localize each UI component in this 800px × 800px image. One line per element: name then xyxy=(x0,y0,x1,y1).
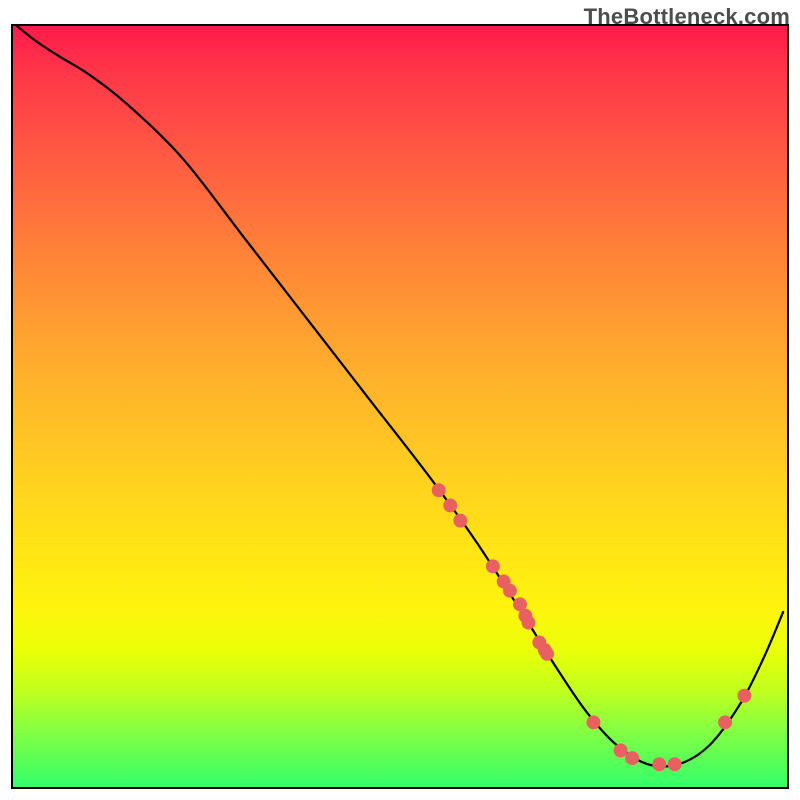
data-point xyxy=(540,647,554,661)
data-point xyxy=(522,616,536,630)
data-point xyxy=(587,715,601,729)
data-point xyxy=(432,483,446,497)
data-point xyxy=(453,514,467,528)
data-point xyxy=(652,757,666,771)
data-point xyxy=(668,757,682,771)
watermark-label: TheBottleneck.com xyxy=(584,4,790,30)
data-point xyxy=(625,751,639,765)
data-point xyxy=(614,744,628,758)
data-point xyxy=(737,689,751,703)
data-point xyxy=(718,715,732,729)
data-point xyxy=(486,559,500,573)
marker-group xyxy=(432,483,752,771)
data-point xyxy=(503,584,517,598)
data-point xyxy=(443,498,457,512)
chart-container: TheBottleneck.com xyxy=(0,0,800,800)
bottleneck-curve xyxy=(17,26,783,767)
plot-area xyxy=(11,24,789,789)
chart-svg xyxy=(13,26,787,787)
